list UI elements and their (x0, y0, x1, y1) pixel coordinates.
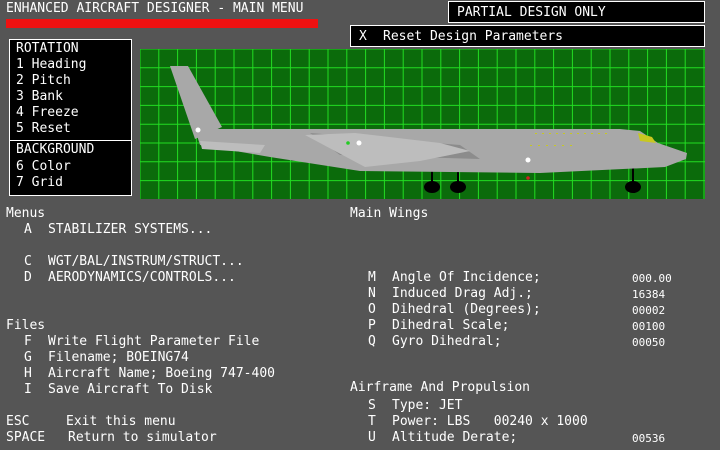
esc-key[interactable]: ESC (6, 414, 29, 430)
angle-of-incidence-value: 000.00 (632, 272, 672, 285)
airframe-t-key[interactable]: T (368, 414, 376, 430)
rotation-pitch-option[interactable]: 2 Pitch (16, 73, 71, 89)
preview-grid (140, 49, 705, 199)
file-g-key[interactable]: G (24, 350, 32, 366)
save-aircraft-to-disk[interactable]: Save Aircraft To Disk (48, 382, 212, 398)
background-heading: BACKGROUND (16, 142, 95, 157)
altitude-derate-value: 00536 (632, 432, 666, 445)
aircraft-name-field[interactable]: Aircraft Name; Boeing 747-400 (48, 366, 275, 382)
reset-label: Reset Design Parameters (383, 29, 564, 44)
gyro-dihedral-label[interactable]: Gyro Dihedral; (392, 334, 502, 350)
background-color-option[interactable]: 6 Color (16, 159, 71, 175)
dihedral-scale-label[interactable]: Dihedral Scale; (392, 318, 509, 334)
wing-n-key[interactable]: N (368, 286, 376, 302)
return-to-simulator-option[interactable]: Return to simulator (68, 430, 217, 446)
background-panel: BACKGROUND 6 Color 7 Grid (9, 140, 132, 196)
airframe-s-key[interactable]: S (368, 398, 376, 414)
aircraft-preview-viewport[interactable] (140, 49, 705, 199)
rotation-panel: ROTATION 1 Heading 2 Pitch 3 Bank 4 Free… (9, 39, 132, 141)
file-h-key[interactable]: H (24, 366, 32, 382)
design-status-box: PARTIAL DESIGN ONLY (448, 1, 705, 23)
dihedral-degrees-label[interactable]: Dihedral (Degrees); (392, 302, 541, 318)
wing-m-key[interactable]: M (368, 270, 376, 286)
reset-key: X (359, 29, 367, 44)
main-wings-heading: Main Wings (350, 206, 429, 221)
menu-stabilizer-systems[interactable]: STABILIZER SYSTEMS... (48, 222, 212, 238)
menu-aerodynamics-controls[interactable]: AERODYNAMICS/CONTROLS... (48, 270, 236, 286)
induced-drag-value: 16384 (632, 288, 666, 301)
menu-a-key[interactable]: A (24, 222, 32, 238)
rotation-heading: ROTATION (16, 41, 79, 56)
menu-d-key[interactable]: D (24, 270, 32, 286)
rotation-heading-option[interactable]: 1 Heading (16, 57, 86, 73)
page-title: ENHANCED AIRCRAFT DESIGNER - MAIN MENU (6, 1, 304, 16)
engine-type-label[interactable]: Type: JET (392, 398, 462, 414)
reset-design-button[interactable]: X Reset Design Parameters (350, 25, 705, 47)
wing-p-key[interactable]: P (368, 318, 376, 334)
wing-q-key[interactable]: Q (368, 334, 376, 350)
dihedral-scale-value: 00100 (632, 320, 666, 333)
menu-wgt-bal-instrum-struct[interactable]: WGT/BAL/INSTRUM/STRUCT... (48, 254, 244, 270)
exit-menu-option[interactable]: Exit this menu (66, 414, 176, 430)
write-flight-parameter-file[interactable]: Write Flight Parameter File (48, 334, 259, 350)
dihedral-degrees-value: 00002 (632, 304, 666, 317)
file-i-key[interactable]: I (24, 382, 32, 398)
aircraft-model (170, 66, 687, 193)
engine-power-label[interactable]: Power: LBS 00240 x 1000 (392, 414, 588, 430)
file-f-key[interactable]: F (24, 334, 32, 350)
space-key[interactable]: SPACE (6, 430, 45, 446)
rotation-bank-option[interactable]: 3 Bank (16, 89, 63, 105)
background-grid-option[interactable]: 7 Grid (16, 175, 63, 191)
design-status-text: PARTIAL DESIGN ONLY (457, 5, 606, 20)
menu-c-key[interactable]: C (24, 254, 32, 270)
airframe-heading: Airframe And Propulsion (350, 380, 531, 395)
induced-drag-label[interactable]: Induced Drag Adj.; (392, 286, 533, 302)
rotation-freeze-option[interactable]: 4 Freeze (16, 105, 79, 121)
angle-of-incidence-label[interactable]: Angle Of Incidence; (392, 270, 541, 286)
files-heading: Files (6, 318, 46, 333)
wing-o-key[interactable]: O (368, 302, 376, 318)
filename-field[interactable]: Filename; BOEING74 (48, 350, 189, 366)
title-underline-bar (6, 19, 318, 28)
menus-heading: Menus (6, 206, 46, 221)
altitude-derate-label[interactable]: Altitude Derate; (392, 430, 517, 446)
aircraft-preview-svg (140, 49, 705, 199)
gyro-dihedral-value: 00050 (632, 336, 666, 349)
rotation-reset-option[interactable]: 5 Reset (16, 121, 71, 137)
airframe-u-key[interactable]: U (368, 430, 376, 446)
